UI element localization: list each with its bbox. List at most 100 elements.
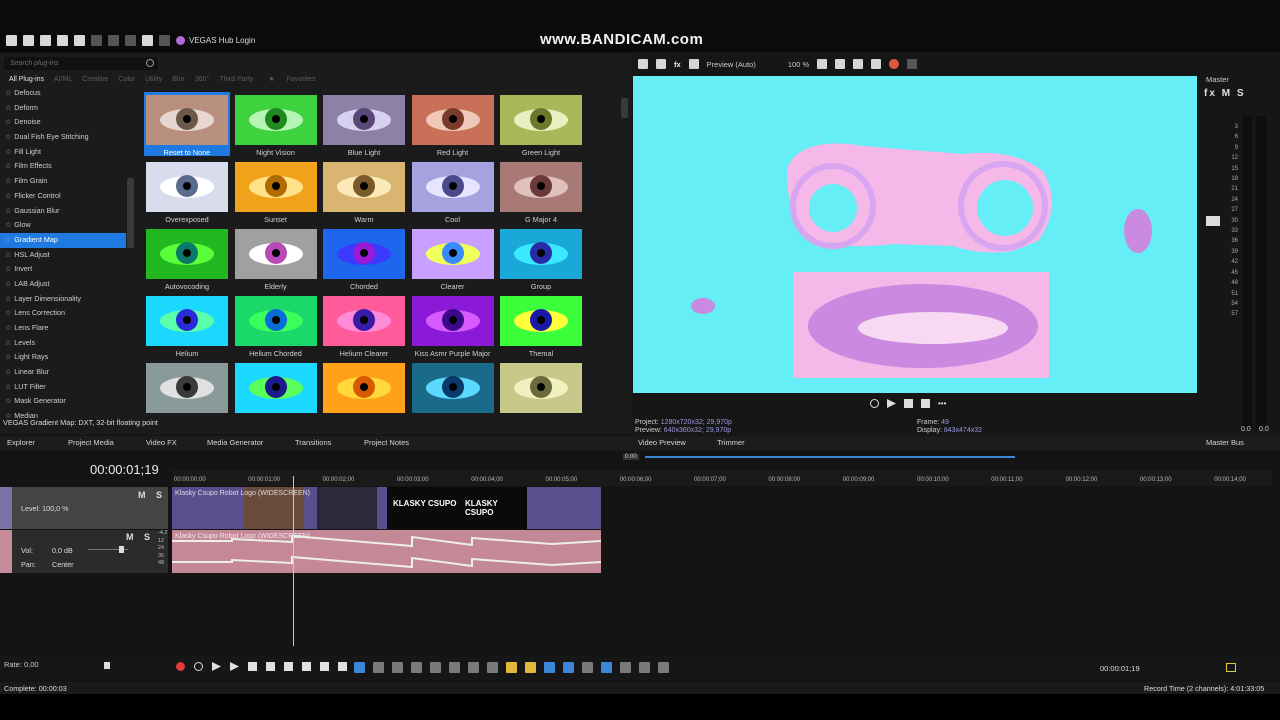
zoom-dropdown[interactable]: 100 %: [788, 60, 809, 69]
paste-icon[interactable]: [125, 34, 136, 46]
audio-mute-button[interactable]: M: [126, 532, 134, 542]
category-tab-2[interactable]: Creative: [77, 74, 113, 86]
preset-thumbnail[interactable]: Themal: [498, 293, 584, 358]
plugin-tree-item[interactable]: ☆ Flicker Control: [0, 189, 126, 204]
plugin-tree-item[interactable]: ☆ Levels: [0, 336, 126, 351]
go-to-start-button[interactable]: [284, 662, 293, 671]
crossfade-icon[interactable]: [582, 662, 593, 673]
loop-button[interactable]: [194, 662, 203, 671]
next-frame-button[interactable]: [338, 662, 347, 671]
star-icon[interactable]: ☆: [5, 340, 11, 347]
ignore-grouping-icon[interactable]: [620, 662, 631, 673]
open-folder-icon[interactable]: [23, 34, 34, 46]
preset-thumbnail[interactable]: [321, 360, 407, 418]
favorites-tab[interactable]: ★ Favorites: [258, 74, 325, 86]
undo-icon[interactable]: [142, 34, 153, 46]
master-solo-button[interactable]: S: [1237, 88, 1246, 99]
video-solo-button[interactable]: S: [156, 490, 162, 500]
plugin-tree-item[interactable]: ☆ Lens Flare: [0, 321, 126, 336]
preset-thumbnail[interactable]: Blue Light: [321, 92, 407, 157]
pause-icon[interactable]: [904, 399, 913, 408]
star-icon[interactable]: ☆: [5, 90, 11, 97]
properties-icon[interactable]: [74, 34, 85, 46]
volume-slider-thumb[interactable]: [119, 546, 124, 553]
star-icon[interactable]: ☆: [5, 354, 11, 361]
stop-icon[interactable]: [921, 399, 930, 408]
plugin-tree-item[interactable]: ☆ Mask Generator: [0, 394, 126, 409]
star-icon[interactable]: ☆: [5, 134, 11, 141]
new-project-icon[interactable]: [6, 34, 17, 46]
tab-project-notes[interactable]: Project Notes: [364, 438, 409, 447]
plugin-tree-item[interactable]: ☆ Gaussian Blur: [0, 204, 126, 219]
plugin-tree-item[interactable]: ☆ HSL Adjust: [0, 248, 126, 263]
search-plugins-input[interactable]: Search plug-ins: [4, 57, 158, 70]
star-icon[interactable]: ☆: [5, 149, 11, 156]
record-button[interactable]: [176, 662, 185, 671]
video-track-header[interactable]: Level: 100,0 % M S: [0, 487, 168, 529]
cut-icon[interactable]: [91, 34, 102, 46]
category-tab-7[interactable]: Third Party: [214, 74, 258, 86]
preset-thumbnail[interactable]: Autovocoding: [144, 226, 230, 291]
more-icon[interactable]: •••: [938, 399, 946, 408]
category-tab-5[interactable]: Blur: [167, 74, 189, 86]
category-tab-0[interactable]: All Plug-ins: [4, 74, 49, 86]
selection-tool-icon[interactable]: [373, 662, 384, 673]
video-mute-button[interactable]: M: [138, 490, 146, 500]
fx-icon[interactable]: fx: [674, 60, 681, 69]
preset-thumbnail[interactable]: Clearer: [410, 226, 496, 291]
category-tab-4[interactable]: Utility: [140, 74, 167, 86]
preset-thumbnail[interactable]: Helium Clearer: [321, 293, 407, 358]
play-button[interactable]: [230, 662, 239, 671]
group-icon[interactable]: [639, 662, 650, 673]
preset-grid-scrollbar[interactable]: [620, 92, 629, 418]
star-icon[interactable]: ☆: [5, 193, 11, 200]
audio-vol-value[interactable]: 0,0 dB: [52, 546, 73, 555]
normal-edit-tool-icon[interactable]: [354, 662, 365, 673]
plugin-tree-item[interactable]: ☆ Gradient Map: [0, 232, 126, 248]
flag-icon[interactable]: [525, 662, 536, 673]
star-icon[interactable]: ☆: [5, 325, 11, 332]
plugin-tree-item[interactable]: ☆ Invert: [0, 262, 126, 277]
star-icon[interactable]: ☆: [5, 178, 11, 185]
record-icon[interactable]: [889, 59, 900, 69]
preset-thumbnail[interactable]: Red Light: [410, 92, 496, 157]
loop-region-bar[interactable]: [645, 456, 1015, 458]
tab-transitions[interactable]: Transitions: [295, 438, 331, 447]
stop-button[interactable]: [266, 662, 275, 671]
plugin-tree-item[interactable]: ☆ Linear Blur: [0, 365, 126, 380]
star-icon[interactable]: ☆: [5, 281, 11, 288]
camera-icon[interactable]: [871, 59, 882, 69]
preset-thumbnail[interactable]: Sunset: [233, 159, 319, 224]
category-tab-3[interactable]: Color: [113, 74, 140, 86]
preset-thumbnail[interactable]: [410, 360, 496, 418]
plugin-tree-item[interactable]: ☆ Film Grain: [0, 174, 126, 189]
pause-button[interactable]: [248, 662, 257, 671]
category-tab-1[interactable]: AI/ML: [49, 74, 77, 86]
preset-thumbnail[interactable]: G Major 4: [498, 159, 584, 224]
auto-ripple-icon[interactable]: [563, 662, 574, 673]
star-icon[interactable]: ☆: [5, 384, 11, 391]
plugin-tree-item[interactable]: ☆ Film Effects: [0, 159, 126, 174]
tab-media-generator[interactable]: Media Generator: [207, 438, 263, 447]
plugin-tree-scrollbar[interactable]: [126, 86, 135, 418]
preset-thumbnail[interactable]: Elderly: [233, 226, 319, 291]
category-tab-6[interactable]: 360°: [190, 74, 214, 86]
vegas-hub-login[interactable]: VEGAS Hub Login: [176, 35, 255, 45]
settings-icon[interactable]: [638, 59, 648, 69]
plugin-tree-item[interactable]: ☆ Dual Fish Eye Stitching: [0, 130, 126, 145]
tab-trimmer[interactable]: Trimmer: [717, 438, 745, 447]
scroll-thumb[interactable]: [621, 98, 628, 118]
star-icon[interactable]: ☆: [5, 296, 11, 303]
search-icon[interactable]: [146, 59, 154, 67]
plugin-tree-item[interactable]: ☆ Light Rays: [0, 350, 126, 365]
go-to-end-button[interactable]: [302, 662, 311, 671]
playhead-cursor[interactable]: [293, 476, 294, 646]
region-icon[interactable]: [506, 662, 517, 673]
scroll-thumb[interactable]: [127, 178, 134, 248]
preset-thumbnail[interactable]: Chorded: [321, 226, 407, 291]
tab-project-media[interactable]: Project Media: [68, 438, 114, 447]
lock-envelopes-icon[interactable]: [601, 662, 612, 673]
split-icon[interactable]: [449, 662, 460, 673]
preset-thumbnail[interactable]: Overexposed: [144, 159, 230, 224]
overlay-icon[interactable]: [907, 59, 918, 69]
